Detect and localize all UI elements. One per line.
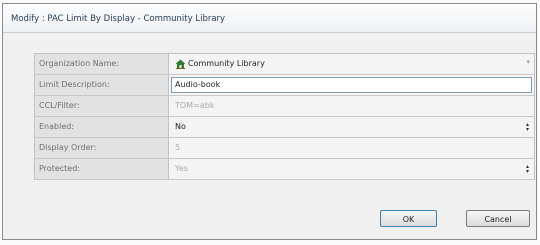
window-title: Modify : PAC Limit By Display - Communit…	[11, 14, 226, 24]
row-display-order: Display Order: 5	[35, 138, 535, 159]
title-bar[interactable]: Modify : PAC Limit By Display - Communit…	[3, 4, 536, 33]
ccl-filter-field: TOM=abk	[169, 96, 535, 116]
screen-background: Modify : PAC Limit By Display - Communit…	[0, 0, 540, 245]
protected-field[interactable]: Yes ▴ ▾	[169, 159, 535, 179]
row-protected: Protected: Yes ▴ ▾	[35, 159, 535, 180]
protected-label: Protected:	[35, 159, 169, 179]
enabled-value: No	[175, 122, 186, 131]
spinner-arrows-icon[interactable]: ▴ ▾	[524, 164, 531, 175]
organization-name-value: Community Library	[188, 59, 265, 68]
row-organization-name: Organization Name: Community Library ▾	[35, 54, 535, 75]
display-order-label: Display Order:	[35, 138, 169, 158]
limit-description-value: Audio-book	[175, 80, 221, 89]
limit-description-input[interactable]: Audio-book	[171, 77, 532, 93]
row-enabled: Enabled: No ▴ ▾	[35, 117, 535, 138]
enabled-field[interactable]: No ▴ ▾	[169, 117, 535, 137]
modify-dialog: Modify : PAC Limit By Display - Communit…	[2, 3, 537, 240]
spinner-arrows-icon[interactable]: ▴ ▾	[524, 122, 531, 133]
limit-description-cell: Audio-book	[169, 75, 535, 95]
protected-value: Yes	[175, 164, 188, 173]
ok-button[interactable]: OK	[380, 210, 437, 227]
ccl-filter-value: TOM=abk	[175, 101, 215, 110]
chevron-down-icon[interactable]: ▾	[526, 58, 530, 66]
row-limit-description: Limit Description: Audio-book	[35, 75, 535, 96]
row-ccl-filter: CCL/Filter: TOM=abk	[35, 96, 535, 117]
cancel-button[interactable]: Cancel	[466, 210, 530, 227]
display-order-field: 5	[169, 138, 535, 158]
limit-description-label: Limit Description:	[35, 75, 169, 95]
organization-name-label: Organization Name:	[35, 54, 169, 74]
ccl-filter-label: CCL/Filter:	[35, 96, 169, 116]
display-order-value: 5	[175, 143, 181, 152]
organization-name-field[interactable]: Community Library ▾	[169, 54, 535, 74]
properties-grid: Organization Name: Community Library ▾ L…	[34, 53, 535, 180]
home-icon	[175, 59, 186, 69]
enabled-label: Enabled:	[35, 117, 169, 137]
